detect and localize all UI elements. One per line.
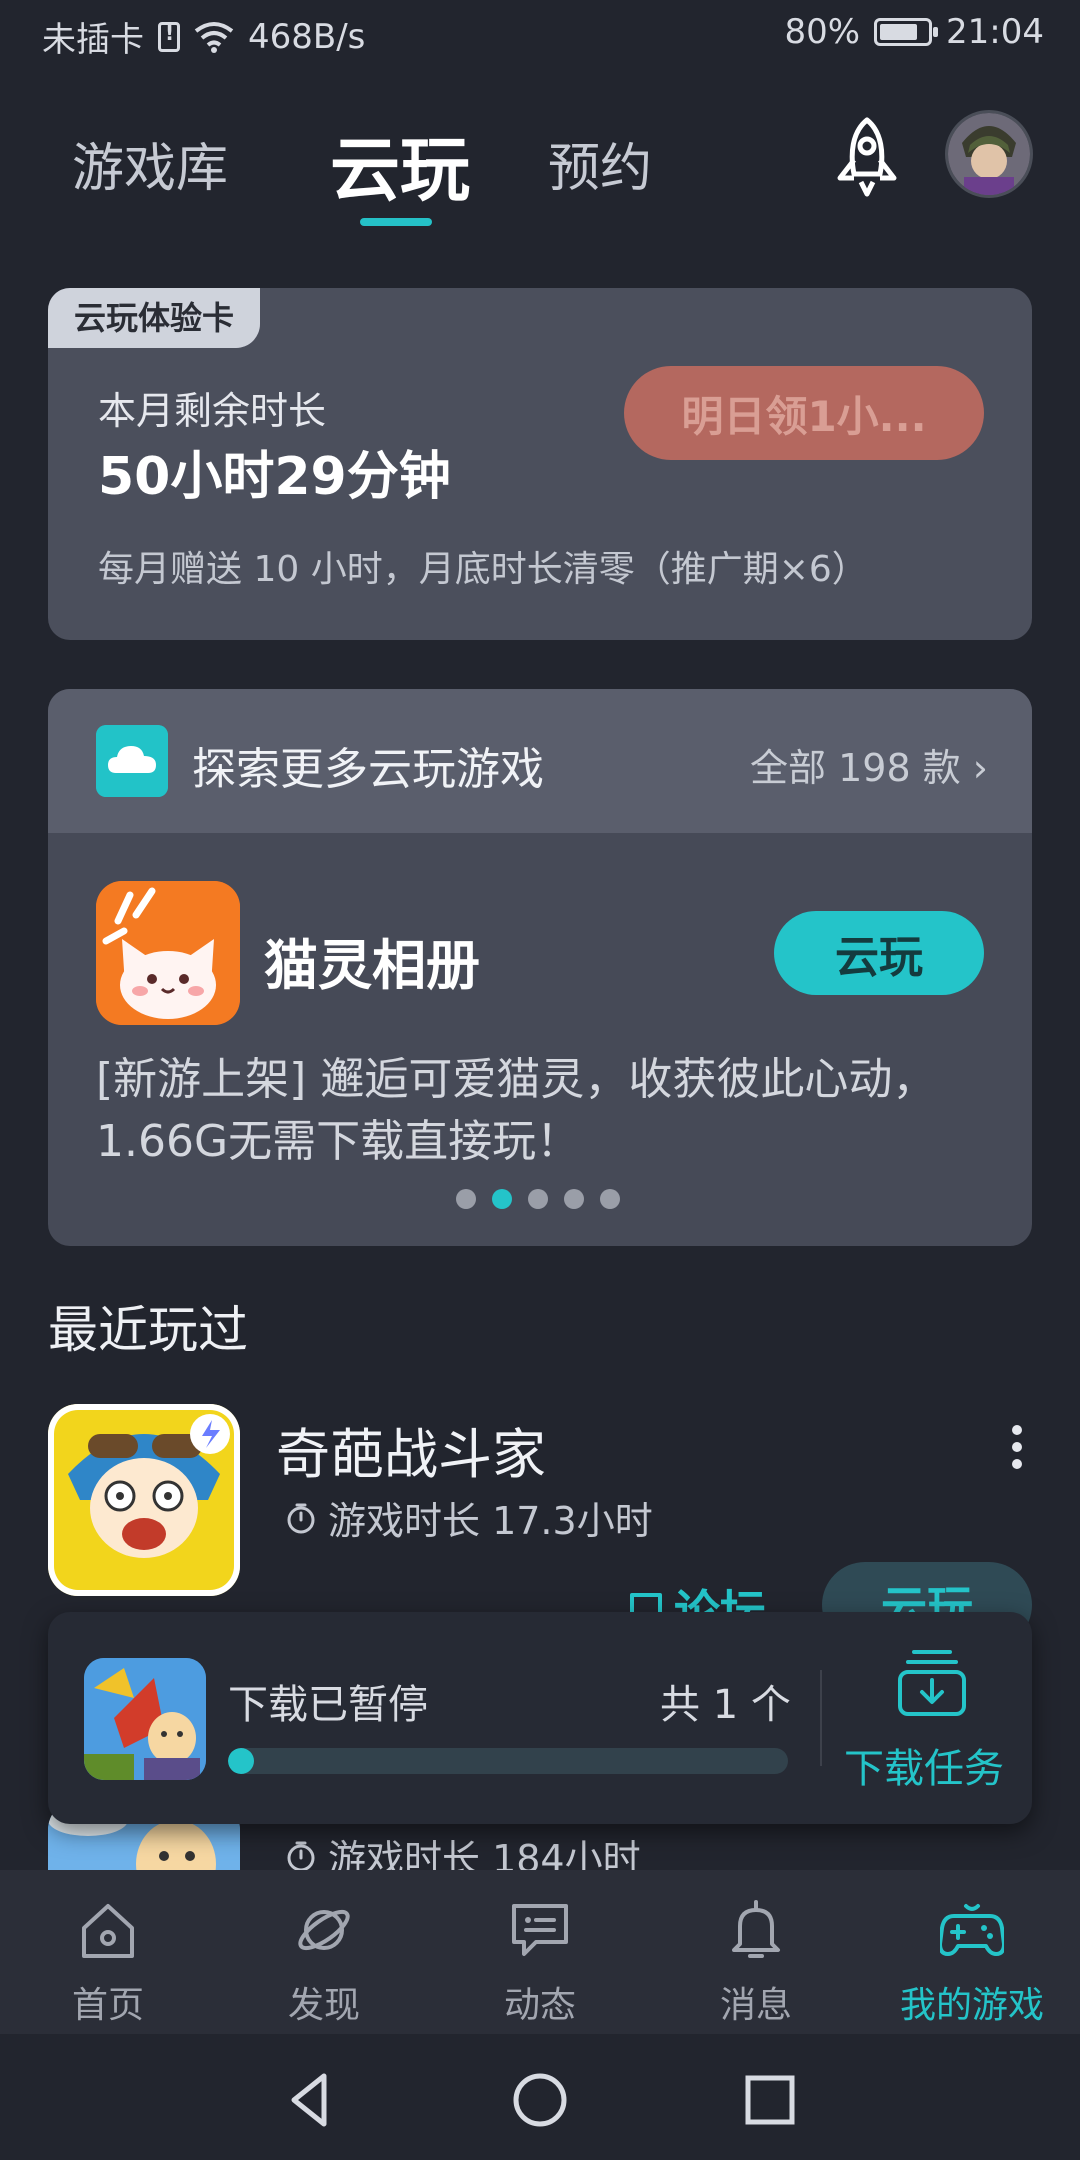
recent-game-name: 奇葩战斗家 bbox=[276, 1423, 546, 1486]
nav-discover-label: 发现 bbox=[287, 1985, 360, 2026]
nav-home-label: 首页 bbox=[71, 1985, 144, 2026]
tab-cloud-play[interactable]: 云玩 bbox=[330, 114, 470, 215]
download-count: 共 1 个 bbox=[660, 1682, 791, 1728]
carousel-dot[interactable] bbox=[456, 1189, 476, 1209]
nav-messages-label: 消息 bbox=[719, 1985, 792, 2026]
cloud-icon bbox=[96, 725, 168, 797]
nav-home[interactable]: 首页 bbox=[0, 1870, 216, 2034]
more-options-icon[interactable] bbox=[1010, 1424, 1024, 1470]
featured-game-description: [新游上架] 邂逅可爱猫灵，收获彼此心动，1.66G无需下载直接玩！ bbox=[96, 1054, 937, 1167]
trial-card: 云玩体验卡 本月剩余时长 50小时29分钟 明日领1小... 每月赠送 10 小… bbox=[48, 288, 1032, 640]
bottom-navigation: 首页 发现 动态 消息 我的游戏 bbox=[0, 1870, 1080, 2034]
downloading-game-icon bbox=[84, 1658, 206, 1780]
gamepad-icon bbox=[940, 1904, 1004, 1956]
clock: 21:04 bbox=[946, 12, 1044, 52]
bell-icon bbox=[732, 1900, 780, 1958]
recent-game-playtime: 游戏时长 17.3小时 bbox=[284, 1490, 653, 1545]
recent-game-icon[interactable] bbox=[48, 1404, 240, 1596]
network-speed: 468B/s bbox=[248, 16, 366, 57]
timer-icon bbox=[287, 1841, 315, 1871]
trial-card-note: 每月赠送 10 小时，月底时长清零（推广期×6） bbox=[98, 549, 868, 590]
carousel-dot[interactable] bbox=[492, 1189, 512, 1209]
nav-my-games[interactable]: 我的游戏 bbox=[864, 1870, 1080, 2034]
download-tasks-icon[interactable] bbox=[894, 1648, 970, 1718]
recent-section-title: 最近玩过 bbox=[48, 1301, 248, 1359]
nav-messages[interactable]: 消息 bbox=[648, 1870, 864, 2034]
divider bbox=[820, 1670, 822, 1766]
explore-header[interactable]: 探索更多云玩游戏 全部 198 款 › bbox=[48, 689, 1032, 833]
home-circle-icon[interactable] bbox=[510, 2070, 570, 2130]
claim-tomorrow-button[interactable]: 明日领1小... bbox=[624, 366, 984, 460]
download-status: 下载已暂停 bbox=[228, 1682, 428, 1728]
featured-game-name: 猫灵相册 bbox=[264, 934, 480, 997]
download-panel[interactable]: 下载已暂停 共 1 个 下载任务 bbox=[48, 1612, 1032, 1824]
explore-title: 探索更多云玩游戏 bbox=[192, 744, 544, 795]
remaining-time-value: 50小时29分钟 bbox=[98, 447, 451, 507]
download-progress-fill bbox=[228, 1748, 254, 1774]
rocket-icon[interactable] bbox=[830, 116, 904, 198]
featured-game-icon[interactable] bbox=[96, 881, 240, 1025]
battery-percent: 80% bbox=[784, 12, 861, 52]
system-navigation-bar bbox=[0, 2034, 1080, 2160]
carousel-dot[interactable] bbox=[564, 1189, 584, 1209]
nav-feed[interactable]: 动态 bbox=[432, 1870, 648, 2034]
sim-alert-icon bbox=[158, 21, 180, 52]
battery-icon bbox=[874, 18, 939, 46]
nav-feed-label: 动态 bbox=[503, 1985, 576, 2026]
view-all-link[interactable]: 全部 198 款 › bbox=[750, 737, 988, 792]
home-icon bbox=[82, 1904, 134, 1958]
tab-game-library[interactable]: 游戏库 bbox=[72, 126, 228, 201]
featured-cloud-play-button[interactable]: 云玩 bbox=[774, 911, 984, 995]
back-icon[interactable] bbox=[280, 2070, 340, 2130]
chat-icon bbox=[512, 1904, 568, 1956]
tab-reservation[interactable]: 预约 bbox=[548, 126, 652, 201]
carrier-text: 未插卡 bbox=[42, 20, 144, 60]
active-tab-indicator bbox=[360, 218, 432, 226]
carousel-dot[interactable] bbox=[600, 1189, 620, 1209]
trial-card-tag: 云玩体验卡 bbox=[48, 288, 261, 348]
user-avatar[interactable] bbox=[945, 110, 1033, 198]
carousel-dots bbox=[456, 1189, 620, 1209]
explore-card: 探索更多云玩游戏 全部 198 款 › 猫灵相册 云玩 [新游上架] 邂逅可爱猫… bbox=[48, 689, 1032, 1246]
timer-icon bbox=[287, 1503, 315, 1533]
remaining-time-label: 本月剩余时长 bbox=[98, 389, 327, 433]
top-tabs: 游戏库 云玩 预约 bbox=[0, 110, 1080, 230]
recents-icon[interactable] bbox=[740, 2070, 800, 2130]
nav-discover[interactable]: 发现 bbox=[216, 1870, 432, 2034]
carousel-dot[interactable] bbox=[528, 1189, 548, 1209]
download-progress-bar bbox=[228, 1748, 788, 1774]
download-tasks-label[interactable]: 下载任务 bbox=[844, 1736, 1004, 1794]
status-bar: 未插卡 468B/s 80% 21:04 bbox=[0, 0, 1080, 72]
wifi-icon bbox=[194, 21, 234, 53]
planet-icon bbox=[298, 1909, 350, 1951]
nav-my-games-label: 我的游戏 bbox=[899, 1985, 1044, 2026]
playtime-text: 游戏时长 17.3小时 bbox=[328, 1499, 653, 1543]
